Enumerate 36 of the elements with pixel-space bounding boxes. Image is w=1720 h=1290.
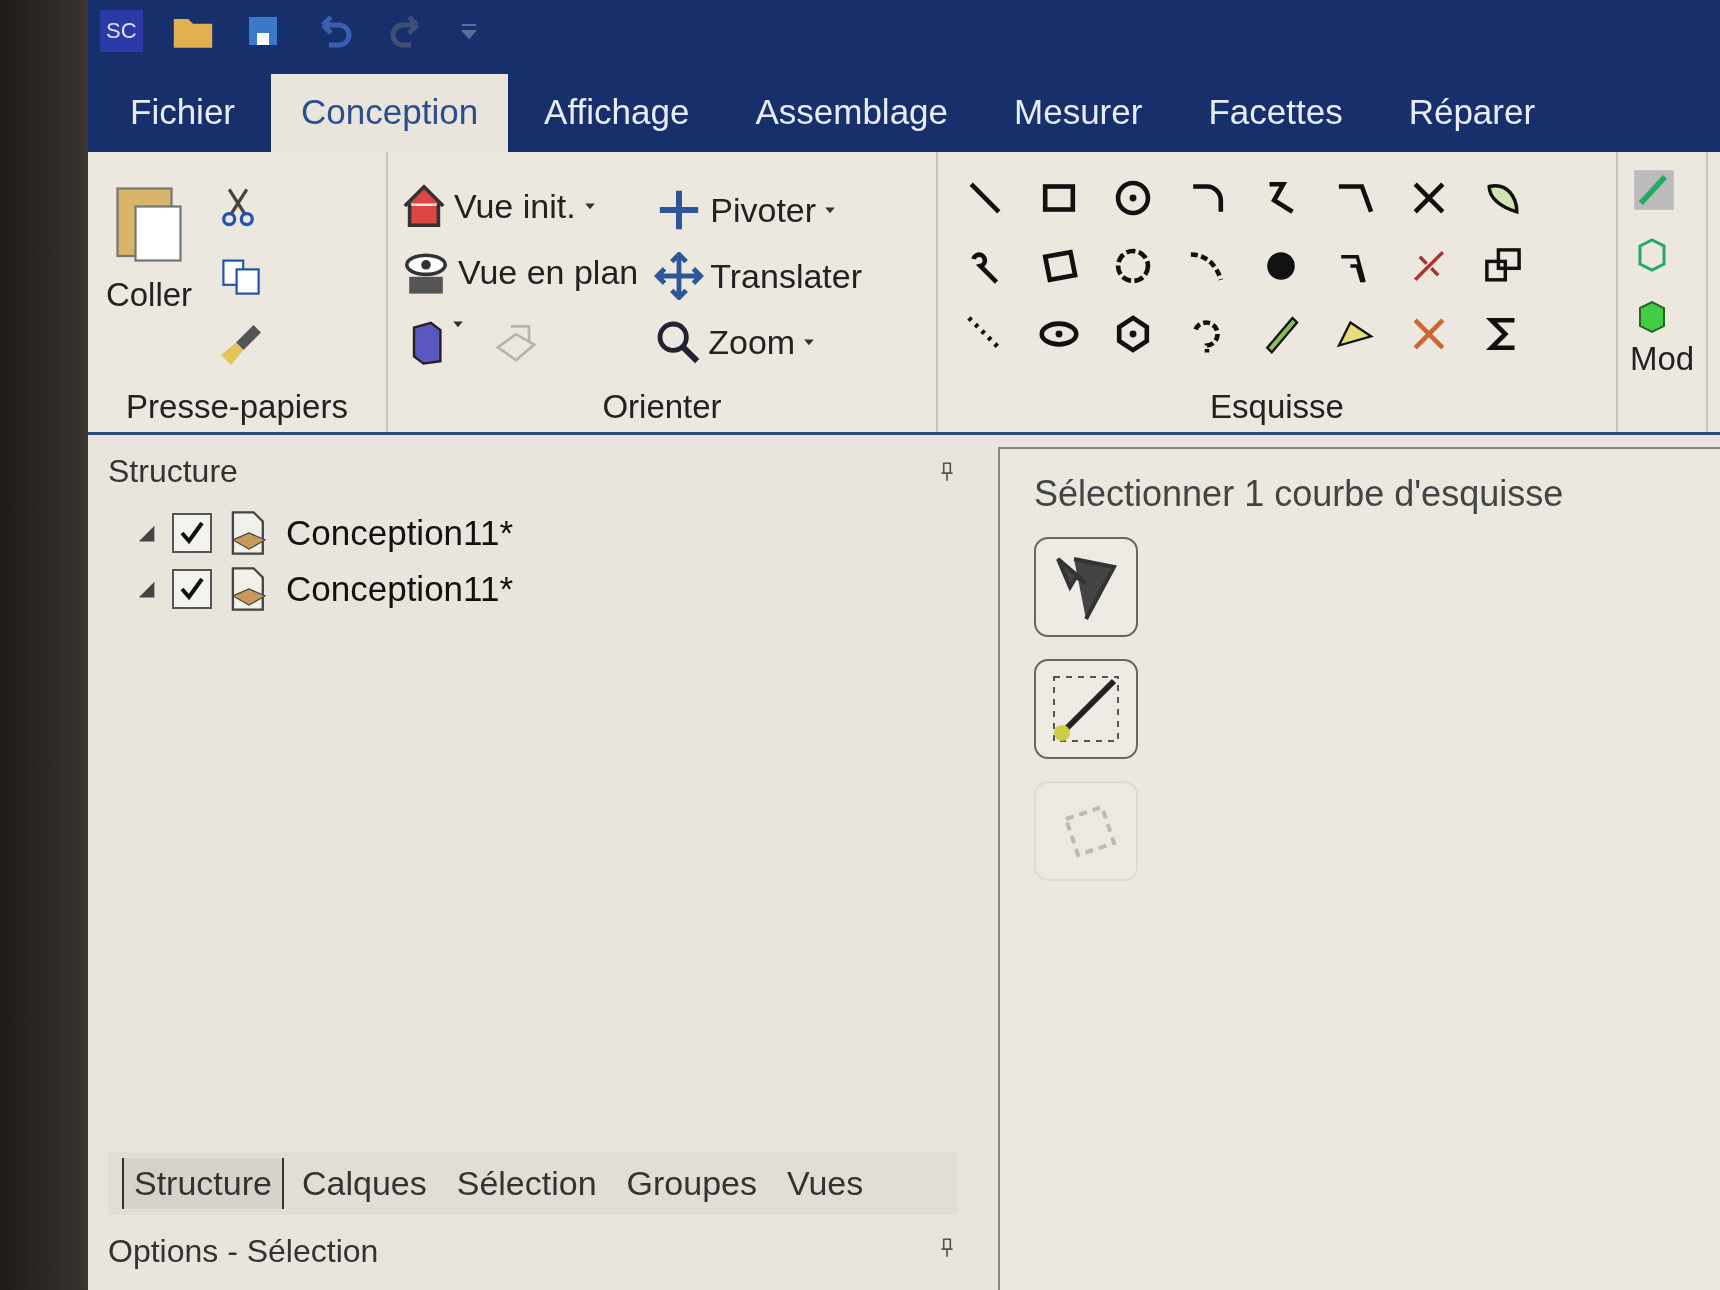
- panel-tab[interactable]: Calques: [289, 1158, 439, 1209]
- ribbon-tab[interactable]: Fichier: [100, 74, 266, 152]
- panel-tab[interactable]: Groupes: [614, 1158, 769, 1209]
- panel-tab[interactable]: Structure: [122, 1158, 284, 1209]
- ribbon-tab[interactable]: Conception: [271, 74, 509, 152]
- panel-title: Options - Sélection: [108, 1233, 379, 1270]
- group-label: Mod: [1628, 340, 1696, 378]
- ribbon-tab[interactable]: Mesurer: [984, 74, 1173, 152]
- group-label: Esquisse: [1209, 388, 1345, 426]
- tree-item-label[interactable]: Conception11*: [286, 569, 514, 609]
- panel-title: Sélectionner 1 courbe d'esquisse: [1034, 473, 1565, 515]
- pencil-grid-icon: [1632, 168, 1676, 212]
- selection-tool-button[interactable]: [1034, 537, 1138, 637]
- tree-item-label[interactable]: Conception11*: [286, 513, 514, 553]
- panel-tab[interactable]: Vues: [775, 1158, 876, 1209]
- pivot-button[interactable]: Pivoter: [652, 184, 865, 236]
- selection-tool-button[interactable]: [1034, 659, 1138, 759]
- group-label: Presse-papiers: [125, 388, 349, 426]
- checkbox[interactable]: [172, 569, 212, 609]
- panel-title: Structure: [108, 453, 238, 490]
- home-view-button[interactable]: Vue init.: [398, 180, 641, 232]
- check-mark-icon: [178, 519, 206, 547]
- app-badge: SC: [100, 10, 143, 52]
- panel-tab[interactable]: Sélection: [444, 1158, 609, 1209]
- checkbox[interactable]: [172, 513, 212, 553]
- ribbon-tab[interactable]: Facettes: [1178, 74, 1373, 152]
- translate-button[interactable]: Translater: [652, 250, 865, 302]
- plan-view-button[interactable]: Vue en plan: [398, 246, 641, 298]
- group-label: Orienter: [601, 388, 723, 426]
- ribbon-tab[interactable]: Affichage: [514, 74, 720, 152]
- zoom-button[interactable]: Zoom: [652, 316, 865, 368]
- paste-button[interactable]: Coller: [98, 164, 200, 388]
- ribbon-tab[interactable]: Réparer: [1378, 74, 1566, 152]
- check-mark-icon: [178, 575, 206, 603]
- move-icon: [654, 252, 705, 300]
- ribbon-tab[interactable]: Assemblage: [725, 74, 979, 152]
